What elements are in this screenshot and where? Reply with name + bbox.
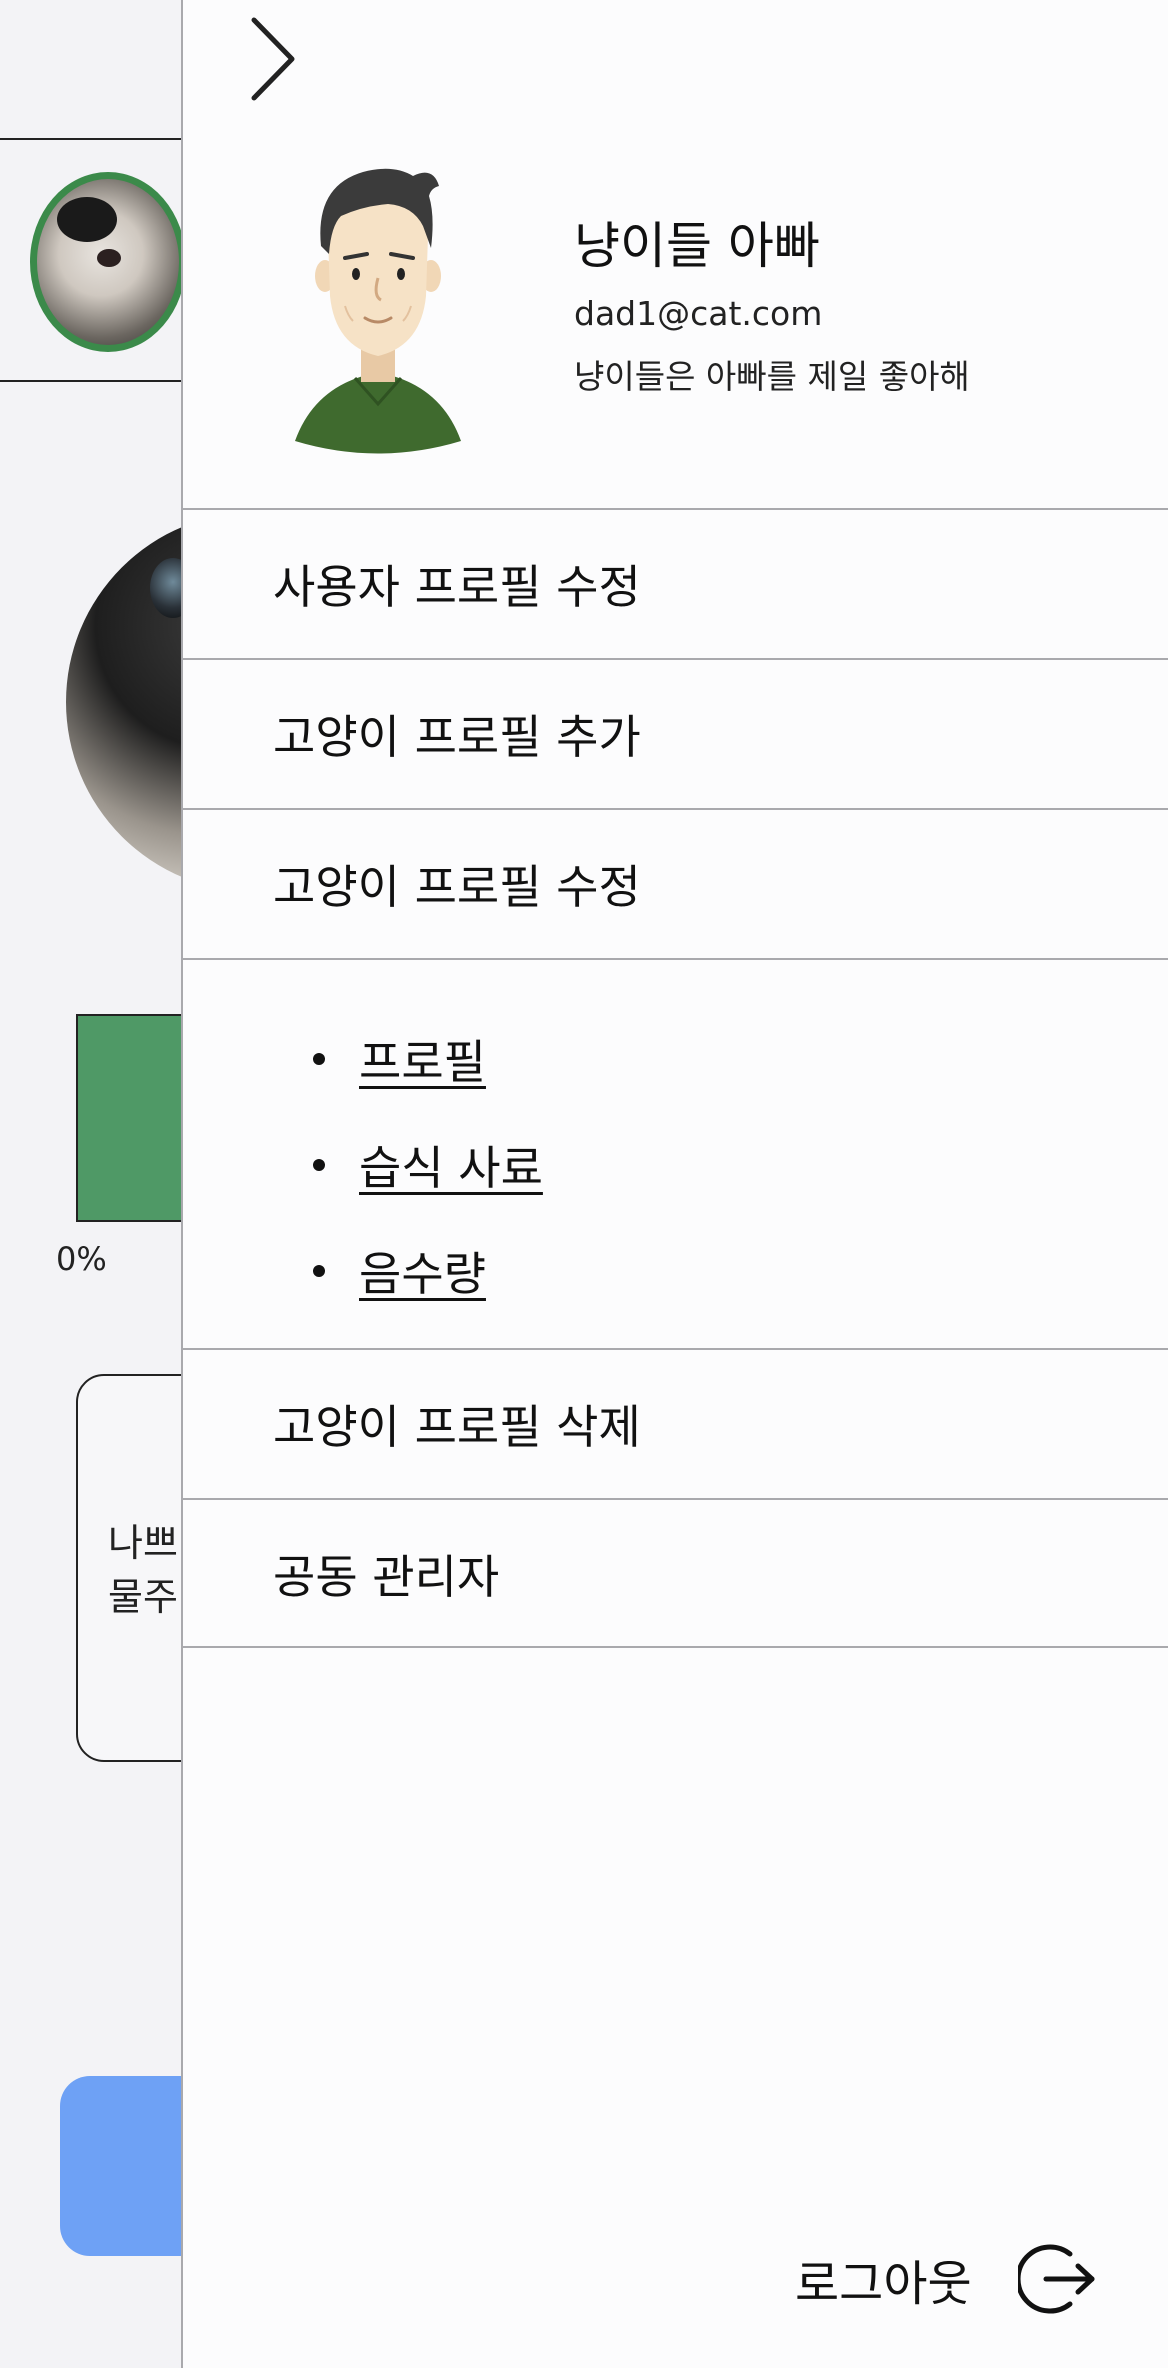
submenu-item-water-intake: 음수량	[313, 1238, 486, 1304]
user-email: dad1@cat.com	[574, 294, 823, 333]
menu-item-edit-cat-profile[interactable]: 고양이 프로필 수정	[183, 810, 1168, 958]
chevron-right-icon	[251, 17, 295, 101]
menu-item-edit-user-profile[interactable]: 사용자 프로필 수정	[183, 510, 1168, 658]
cat-avatar-small[interactable]	[30, 172, 186, 352]
status-card-line2: 물주	[108, 1575, 178, 1619]
status-card-line1: 나쁘	[108, 1521, 178, 1565]
bullet-icon	[313, 1265, 325, 1277]
section-divider	[0, 380, 200, 382]
user-bio: 냥이들은 아빠를 제일 좋아해	[574, 357, 970, 396]
logout-icon	[1017, 2244, 1095, 2314]
side-drawer: 냥이들 아빠 dad1@cat.com 냥이들은 아빠를 제일 좋아해 사용자 …	[181, 0, 1168, 2368]
user-avatar	[293, 166, 463, 456]
close-drawer-button[interactable]	[233, 16, 313, 102]
menu-item-delete-cat-profile[interactable]: 고양이 프로필 삭제	[183, 1350, 1168, 1498]
bullet-icon	[313, 1159, 325, 1171]
header-divider	[0, 138, 200, 140]
edit-cat-profile-submenu: 프로필 습식 사료 음수량	[183, 960, 1168, 1348]
divider	[183, 1646, 1168, 1648]
menu-item-add-cat-profile[interactable]: 고양이 프로필 추가	[183, 660, 1168, 808]
submenu-link-water-intake[interactable]: 음수량	[359, 1238, 486, 1304]
submenu-item-wet-food: 습식 사료	[313, 1132, 543, 1198]
menu-item-co-managers[interactable]: 공동 관리자	[183, 1500, 1168, 1648]
submenu-link-wet-food[interactable]: 습식 사료	[359, 1132, 543, 1198]
submenu-link-profile[interactable]: 프로필	[359, 1026, 486, 1092]
logout-button[interactable]: 로그아웃	[795, 2240, 1096, 2318]
progress-min-label: 0%	[56, 1240, 107, 1278]
submenu-item-profile: 프로필	[313, 1026, 486, 1092]
user-name: 냥이들 아빠	[574, 217, 820, 275]
bullet-icon	[313, 1053, 325, 1065]
logout-label: 로그아웃	[795, 2256, 972, 2312]
